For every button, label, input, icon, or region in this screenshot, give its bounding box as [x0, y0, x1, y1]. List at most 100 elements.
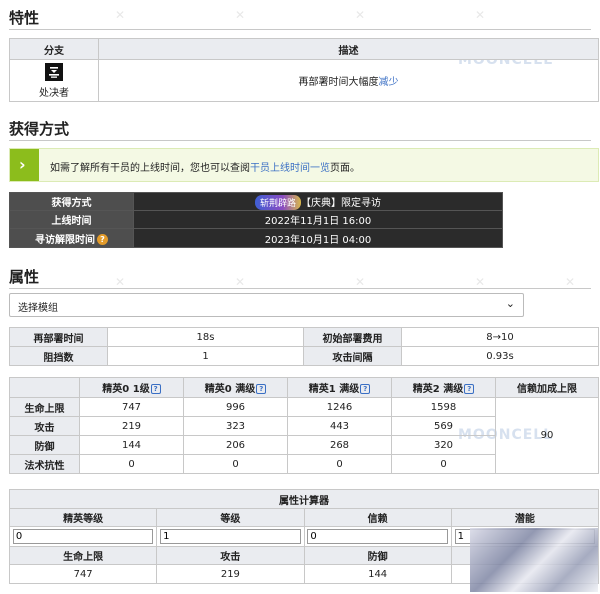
help-icon[interactable]: ?	[150, 384, 161, 394]
level-input[interactable]	[160, 529, 301, 544]
obtain-section-title: 获得方式	[9, 120, 70, 138]
calc-label-potential: 潜能	[450, 508, 600, 527]
stats-header-e0-max: 精英0 满级?	[183, 377, 288, 398]
block-label: 阻挡数	[9, 346, 108, 366]
help-icon[interactable]: ?	[97, 234, 108, 245]
divider	[9, 29, 591, 30]
row-label-def: 防御	[9, 435, 80, 455]
trust-input[interactable]	[307, 529, 448, 544]
stat-cell: 747	[79, 397, 184, 417]
notice-box: › 如需了解所有干员的上线时间，您也可以查阅干员上线时间一览页面。	[9, 148, 599, 182]
watermark-x-icon: ✕	[475, 8, 486, 22]
operator-art-thumbnail	[470, 528, 598, 592]
obtain-method-value: 斩荆辟路 【庆典】限定寻访	[133, 192, 503, 211]
notice-text: 如需了解所有干员的上线时间，您也可以查阅干员上线时间一览页面。	[50, 159, 360, 174]
stats-header-e2-max: 精英2 满级?	[391, 377, 496, 398]
trait-description: 再部署时间大幅度减少	[98, 59, 599, 102]
calc-label-elite: 精英等级	[8, 508, 158, 527]
notice-suffix: 页面。	[330, 163, 360, 174]
row-label-hp: 生命上限	[9, 397, 80, 417]
notice-prefix: 如需了解所有干员的上线时间，您也可以查阅	[50, 163, 250, 174]
description-header: 描述	[98, 38, 599, 60]
module-select-value: 选择模组	[18, 303, 58, 314]
calc-result-atk: 219	[156, 564, 305, 584]
stat-cell: 569	[391, 416, 496, 436]
stat-cell: 219	[79, 416, 184, 436]
stats-header-text: 精英1 满级	[308, 384, 360, 395]
traits-table: 分支 描述 处决者 再部署时间大幅度减少	[9, 38, 599, 102]
attack-interval-value: 0.93s	[401, 346, 599, 366]
redeploy-label: 再部署时间	[9, 327, 108, 347]
watermark-x-icon: ✕	[565, 275, 576, 289]
trait-reduce-link[interactable]: 减少	[379, 77, 399, 88]
stat-cell: 320	[391, 435, 496, 455]
module-select[interactable]: 选择模组 ⌄	[9, 293, 524, 317]
calc-result-hp: 747	[8, 564, 158, 584]
executor-branch-icon	[45, 62, 63, 81]
rerun-time-label: 寻访解限时间	[35, 234, 95, 246]
branch-name: 处决者	[39, 87, 69, 99]
chevron-down-icon: ⌄	[505, 297, 515, 310]
redeploy-value: 18s	[107, 327, 304, 347]
basic-attrs-table: 再部署时间 18s 初始部署费用 8→10 阻挡数 1 攻击间隔 0.93s	[9, 327, 599, 366]
trait-description-text: 再部署时间大幅度	[298, 77, 379, 88]
stat-cell: 144	[79, 435, 184, 455]
watermark-x-icon: ✕	[115, 275, 126, 289]
block-value: 1	[107, 346, 304, 366]
attack-interval-label: 攻击间隔	[303, 346, 402, 366]
stat-cell: 1246	[287, 397, 392, 417]
obtain-method-label: 获得方式	[9, 192, 134, 211]
watermark-x-icon: ✕	[355, 275, 366, 289]
help-icon[interactable]: ?	[464, 384, 475, 394]
obtain-method-text: 【庆典】限定寻访	[301, 197, 381, 209]
stats-header-text: 精英0 1级	[102, 384, 150, 395]
traits-section-title: 特性	[9, 9, 40, 27]
calc-input-cell	[8, 526, 158, 547]
stats-corner	[9, 377, 80, 398]
attributes-section-title: 属性	[9, 268, 40, 286]
help-icon[interactable]: ?	[256, 384, 267, 394]
stat-cell: 0	[287, 454, 392, 474]
calc-result-atk-label: 攻击	[156, 546, 305, 565]
deploy-cost-value: 8→10	[401, 327, 599, 347]
calc-result-def: 144	[303, 564, 452, 584]
branch-cell: 处决者	[9, 59, 99, 102]
row-label-res: 法术抗性	[9, 454, 80, 474]
calc-label-trust: 信赖	[303, 508, 452, 527]
rerun-time-value: 2023年10月1日 04:00	[133, 228, 503, 248]
watermark-x-icon: ✕	[115, 8, 126, 22]
calc-input-cell	[156, 526, 305, 547]
stats-table: 精英0 1级? 精英0 满级? 精英1 满级? 精英2 满级? 信赖加成上限 生…	[9, 377, 599, 474]
rerun-time-label-cell: 寻访解限时间?	[9, 228, 134, 248]
stats-header-trust: 信赖加成上限	[495, 377, 599, 398]
chevron-right-icon: ›	[19, 155, 26, 174]
help-icon[interactable]: ?	[360, 384, 371, 394]
watermark-x-icon: ✕	[235, 275, 246, 289]
stats-header-e0-1: 精英0 1级?	[79, 377, 184, 398]
watermark-x-icon: ✕	[235, 8, 246, 22]
stat-cell: 0	[183, 454, 288, 474]
stat-cell: 0	[391, 454, 496, 474]
calc-result-def-label: 防御	[303, 546, 452, 565]
stats-header-text: 精英2 满级	[412, 384, 464, 395]
calc-result-hp-label: 生命上限	[8, 546, 158, 565]
stats-header-e1-max: 精英1 满级?	[287, 377, 392, 398]
branch-header: 分支	[9, 38, 99, 60]
stat-cell: 206	[183, 435, 288, 455]
stat-cell: 323	[183, 416, 288, 436]
trust-bonus-value: 90	[495, 397, 599, 474]
divider	[9, 140, 591, 141]
stats-header-text: 精英0 满级	[204, 384, 256, 395]
calculator-title: 属性计算器	[9, 489, 599, 509]
calc-input-cell	[303, 526, 452, 547]
watermark-x-icon: ✕	[475, 275, 486, 289]
row-label-atk: 攻击	[9, 416, 80, 436]
notice-bar: ›	[10, 149, 39, 181]
watermark-x-icon: ✕	[355, 8, 366, 22]
stat-cell: 443	[287, 416, 392, 436]
stat-cell: 1598	[391, 397, 496, 417]
stat-cell: 0	[79, 454, 184, 474]
stat-cell: 996	[183, 397, 288, 417]
elite-level-input[interactable]	[12, 529, 154, 544]
operator-release-link[interactable]: 干员上线时间一览	[250, 163, 330, 174]
